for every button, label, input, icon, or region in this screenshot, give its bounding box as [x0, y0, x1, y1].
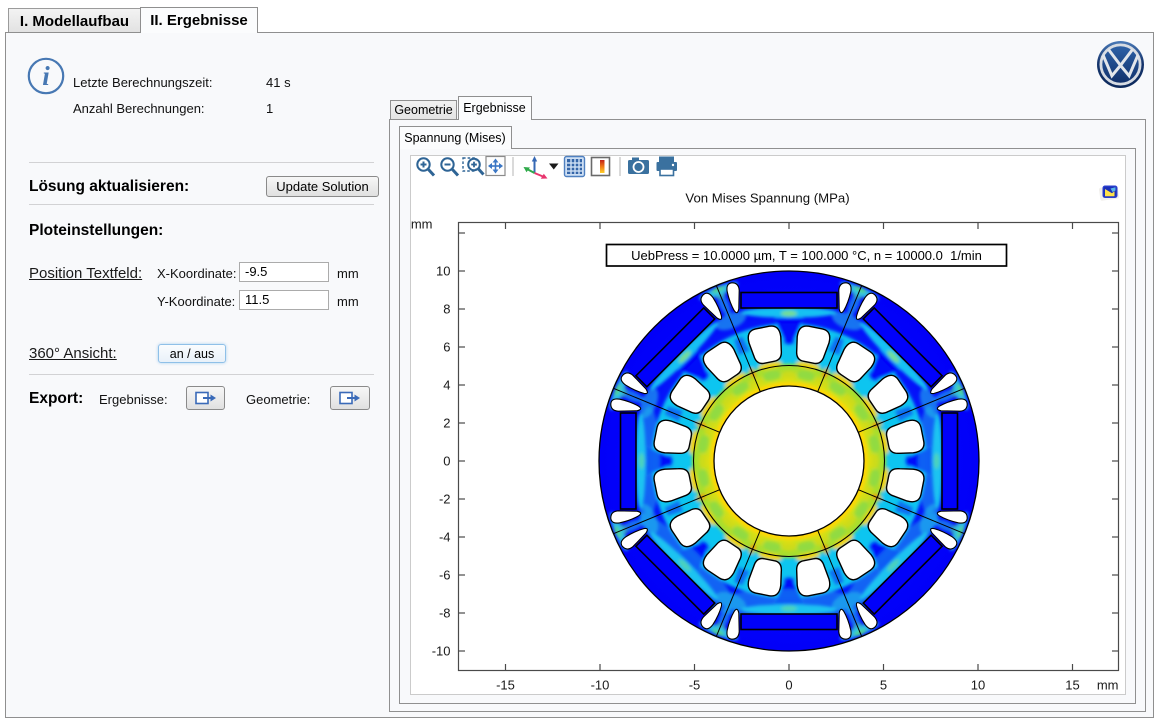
svg-text:6: 6 — [443, 339, 450, 354]
svg-text:4: 4 — [443, 377, 450, 392]
svg-text:2: 2 — [443, 415, 450, 430]
svg-text:8: 8 — [443, 301, 450, 316]
svg-text:-5: -5 — [688, 677, 700, 692]
svg-text:-10: -10 — [590, 677, 609, 692]
svg-text:-8: -8 — [438, 605, 450, 620]
svg-text:0: 0 — [443, 453, 450, 468]
svg-text:-15: -15 — [496, 677, 515, 692]
svg-text:mm: mm — [410, 216, 432, 231]
svg-text:5: 5 — [879, 677, 886, 692]
svg-text:Von Mises Spannung (MPa): Von Mises Spannung (MPa) — [685, 190, 849, 205]
svg-text:mm: mm — [1096, 677, 1118, 692]
svg-text:-10: -10 — [431, 643, 450, 658]
svg-text:UebPress = 10.0000 µm, T = 100: UebPress = 10.0000 µm, T = 100.000 °C, n… — [631, 248, 982, 263]
svg-text:i: i — [42, 61, 50, 91]
svg-text:-2: -2 — [438, 491, 450, 506]
svg-text:-6: -6 — [438, 567, 450, 582]
svg-text:10: 10 — [436, 263, 450, 278]
svg-text:15: 15 — [1065, 677, 1079, 692]
svg-text:10: 10 — [970, 677, 984, 692]
svg-text:0: 0 — [785, 677, 792, 692]
svg-text:-4: -4 — [438, 529, 450, 544]
